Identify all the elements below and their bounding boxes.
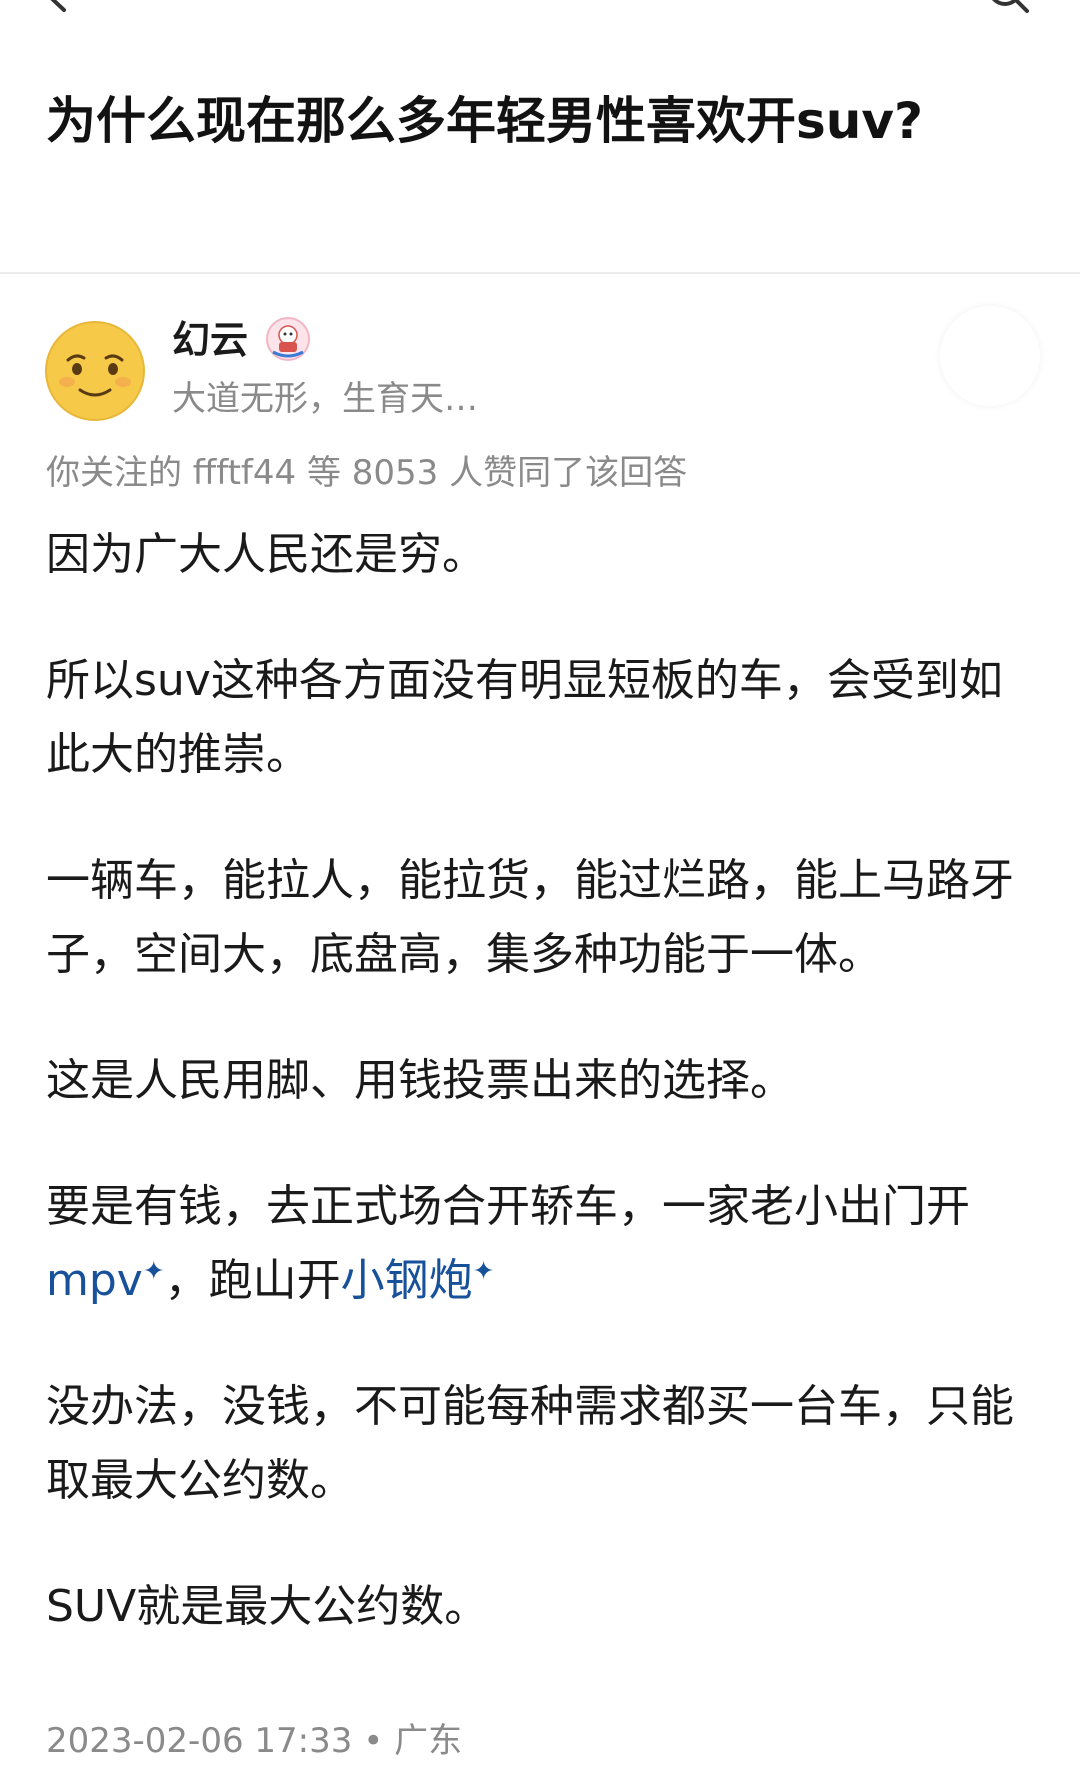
answer-paragraph: 因为广大人民还是穷。 <box>46 529 486 580</box>
answer-location: 广东 <box>394 1721 463 1761</box>
back-arrow-icon[interactable] <box>40 0 74 12</box>
answer-paragraph: 一辆车，能拉人，能拉货，能过烂路，能上马路牙子，空间大，底盘高，集多种功能于一体… <box>46 855 1014 980</box>
divider <box>0 272 1080 274</box>
upvote-summary[interactable]: 你关注的 ffftf44 等 8053 人赞同了该回答 <box>46 450 687 496</box>
answer-meta: 2023-02-06 17:33 • 广东 <box>46 1718 462 1764</box>
mpv-link[interactable]: mpv <box>46 1255 143 1306</box>
link-star-icon: ✦ <box>142 1256 165 1287</box>
answer-paragraph: 所以suv这种各方面没有明显短板的车，会受到如此大的推崇。 <box>46 655 1003 780</box>
meta-separator: • <box>363 1721 384 1761</box>
question-title[interactable]: 为什么现在那么多年轻男性喜欢开suv? <box>46 88 1036 154</box>
follow-button[interactable] <box>940 306 1040 406</box>
answer-paragraph: SUV就是最大公约数。 <box>46 1581 489 1632</box>
answer-text: ，跑山开 <box>164 1255 341 1306</box>
answer-date: 2023-02-06 17:33 <box>46 1721 353 1761</box>
answer-paragraph: 要是有钱，去正式场合开轿车，一家老小出门开mpv✦，跑山开小钢炮✦ <box>46 1170 1036 1318</box>
answer-content: 因为广大人民还是穷。 所以suv这种各方面没有明显短板的车，会受到如此大的推崇。… <box>46 518 1036 1696</box>
answer-paragraph: 这是人民用脚、用钱投票出来的选择。 <box>46 1055 794 1106</box>
answer-text: 要是有钱，去正式场合开轿车，一家老小出门开 <box>46 1181 970 1232</box>
author-bio: 大道无形，生育天… <box>172 379 478 419</box>
author-badge-icon <box>266 317 310 361</box>
xiaogangpao-link[interactable]: 小钢炮 <box>341 1255 473 1306</box>
search-icon[interactable] <box>986 0 1030 14</box>
author-avatar[interactable] <box>44 320 146 422</box>
link-star-icon: ✦ <box>472 1256 495 1287</box>
top-navigation-bar <box>0 0 1080 40</box>
author-name[interactable]: 幻云 <box>172 316 248 364</box>
answer-paragraph: 没办法，没钱，不可能每种需求都买一台车，只能取最大公约数。 <box>46 1381 1014 1506</box>
